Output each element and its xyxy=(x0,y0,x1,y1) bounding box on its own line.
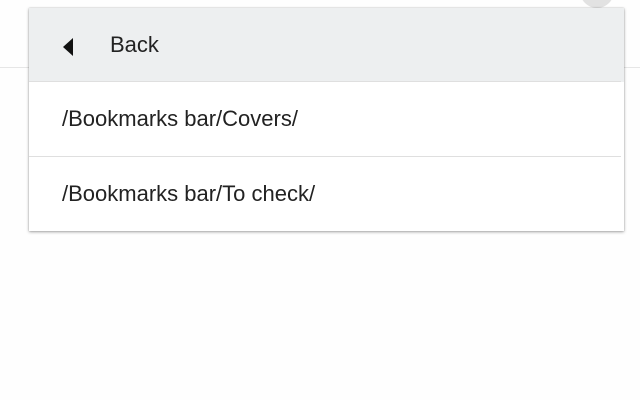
menu-item-covers[interactable]: /Bookmarks bar/Covers/ xyxy=(29,82,624,156)
menu-item-label: /Bookmarks bar/To check/ xyxy=(62,181,316,206)
bookmark-folder-menu: Back /Bookmarks bar/Covers/ /Bookmarks b… xyxy=(29,8,624,231)
triangle-left-icon xyxy=(63,38,73,56)
menu-item-label: /Bookmarks bar/Covers/ xyxy=(62,106,298,131)
back-label: Back xyxy=(110,32,159,57)
avatar[interactable] xyxy=(580,0,614,8)
page: Back /Bookmarks bar/Covers/ /Bookmarks b… xyxy=(0,0,640,400)
menu-item-to-check[interactable]: /Bookmarks bar/To check/ xyxy=(29,157,624,231)
back-button[interactable]: Back xyxy=(29,8,624,82)
